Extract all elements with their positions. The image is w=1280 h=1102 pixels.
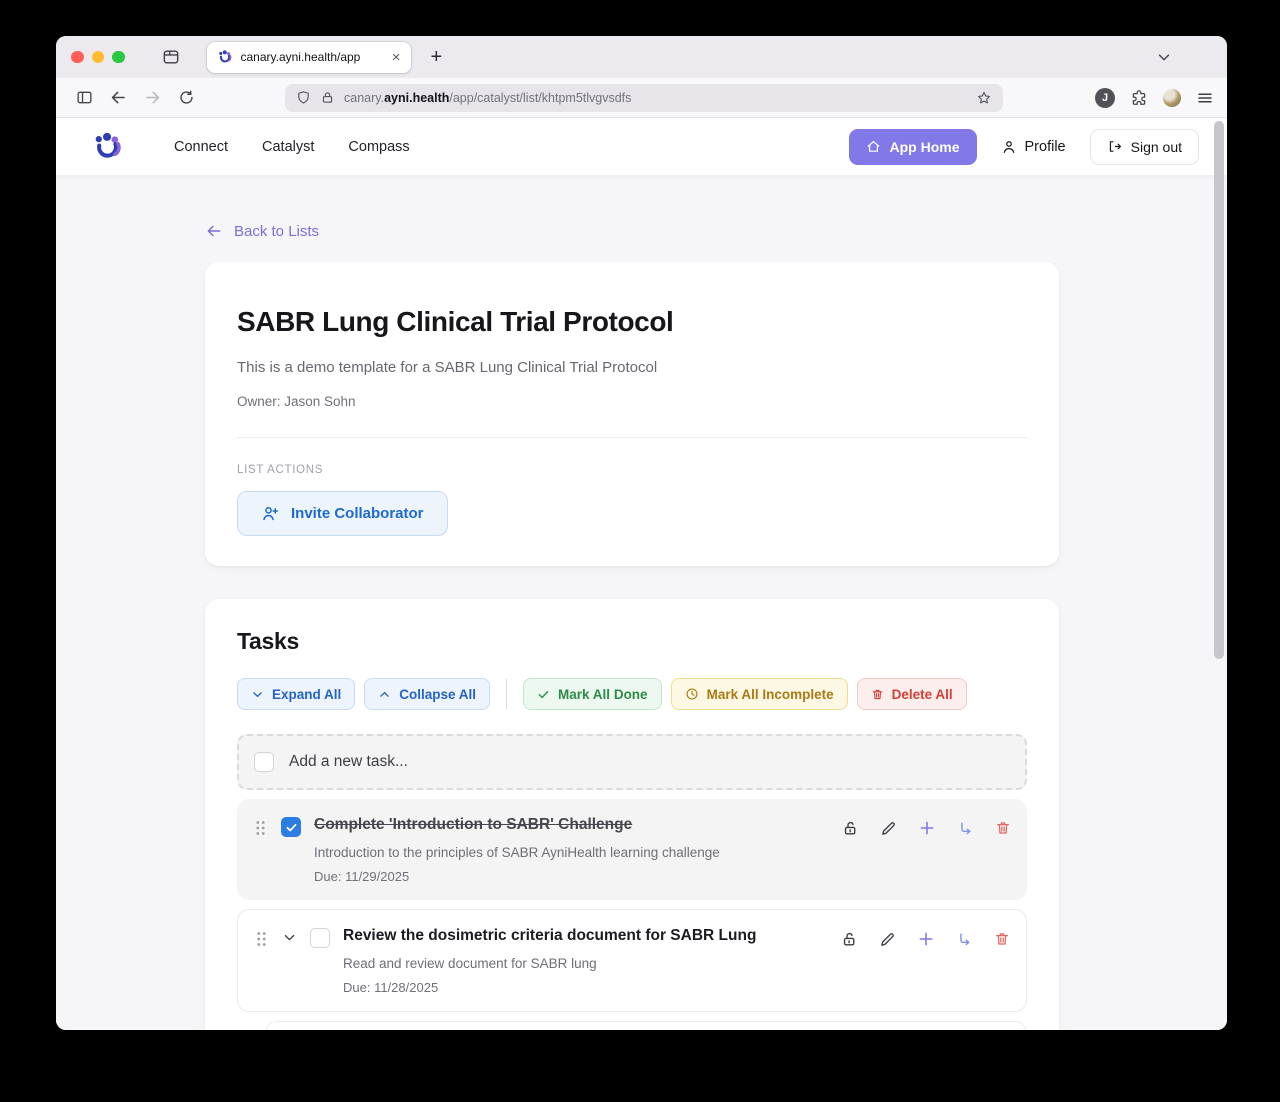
delete-task-icon[interactable]	[994, 931, 1010, 947]
app-nav-bar: Connect Catalyst Compass App Home Profil…	[56, 118, 1227, 176]
tab-title: canary.ayni.health/app	[241, 50, 384, 64]
lock-open-icon[interactable]	[842, 820, 859, 837]
minimize-window-button[interactable]	[92, 51, 105, 64]
task-description: Read and review document for SABR lung	[343, 956, 827, 971]
collapse-all-button[interactable]: Collapse All	[364, 678, 490, 710]
tab-favicon	[217, 49, 233, 65]
tasks-card: Tasks Expand All Collapse All	[205, 599, 1059, 1030]
tasks-toolbar: Expand All Collapse All Mark All Done	[237, 678, 1027, 710]
task-due-date: Due: 11/28/2025	[343, 980, 827, 995]
tasks-heading: Tasks	[237, 628, 1027, 655]
indent-arrow-icon[interactable]	[956, 931, 973, 948]
browser-tab[interactable]: canary.ayni.health/app ×	[207, 42, 411, 73]
divider	[237, 437, 1027, 438]
drag-handle-icon[interactable]	[254, 929, 269, 949]
lock-icon[interactable]	[320, 90, 335, 105]
task-row: Review the dosimetric criteria document …	[237, 909, 1027, 1012]
task-title[interactable]: Review the dosimetric criteria document …	[343, 927, 827, 945]
bookmark-star-icon[interactable]	[976, 90, 992, 106]
invite-collaborator-button[interactable]: Invite Collaborator	[237, 491, 448, 536]
drag-handle-icon[interactable]	[253, 818, 268, 838]
task-row: Complete 'Introduction to SABR' Challeng…	[237, 799, 1027, 900]
new-tab-button[interactable]: +	[431, 46, 443, 69]
profile-button[interactable]: Profile	[1001, 139, 1066, 155]
add-subtask-plus-icon[interactable]	[917, 930, 935, 948]
task-actions	[842, 819, 1011, 837]
nav-right: App Home Profile Sign out	[849, 129, 1199, 165]
nav-item-connect[interactable]: Connect	[174, 139, 228, 155]
back-icon[interactable]	[103, 83, 133, 113]
url-text: canary.ayni.health/app/catalyst/list/kht…	[344, 91, 631, 105]
expand-all-button[interactable]: Expand All	[237, 678, 355, 710]
list-title: SABR Lung Clinical Trial Protocol	[237, 306, 1027, 338]
reload-icon[interactable]	[171, 83, 201, 113]
add-subtask-plus-icon[interactable]	[918, 819, 936, 837]
sign-out-icon	[1107, 139, 1122, 154]
list-description: This is a demo template for a SABR Lung …	[237, 359, 1027, 376]
list-info-card: SABR Lung Clinical Trial Protocol This i…	[205, 262, 1059, 566]
tab-close-icon[interactable]: ×	[392, 50, 401, 65]
profile-avatar[interactable]	[1163, 89, 1181, 107]
add-task-input[interactable]: Add a new task...	[237, 734, 1027, 790]
close-window-button[interactable]	[71, 51, 84, 64]
list-owner: Owner: Jason Sohn	[237, 394, 1027, 409]
firefox-view-icon[interactable]	[161, 47, 181, 67]
add-task-placeholder: Add a new task...	[289, 753, 408, 771]
nav-item-compass[interactable]: Compass	[348, 139, 409, 155]
browser-toolbar: canary.ayni.health/app/catalyst/list/kht…	[56, 78, 1227, 118]
window-controls	[71, 51, 125, 64]
delete-task-icon[interactable]	[995, 820, 1011, 836]
tab-list-chevron-icon[interactable]	[1155, 48, 1173, 66]
person-icon	[1001, 139, 1017, 155]
mark-all-incomplete-button[interactable]: Mark All Incomplete	[671, 678, 848, 710]
indent-arrow-icon[interactable]	[957, 820, 974, 837]
forward-icon[interactable]	[137, 83, 167, 113]
browser-window: canary.ayni.health/app × + canar	[56, 36, 1227, 1030]
task-actions	[841, 930, 1010, 948]
expand-chevron-icon[interactable]	[282, 930, 297, 945]
task-body: Review the dosimetric criteria document …	[343, 927, 827, 995]
ayni-logo[interactable]	[91, 130, 124, 163]
toolbar-divider	[506, 679, 507, 709]
home-icon	[866, 139, 881, 154]
sign-out-button[interactable]: Sign out	[1090, 129, 1199, 165]
task-description: Introduction to the principles of SABR A…	[314, 845, 828, 860]
back-to-lists-link[interactable]: Back to Lists	[205, 222, 319, 240]
extensions-puzzle-icon[interactable]	[1130, 89, 1148, 107]
mark-all-done-button[interactable]: Mark All Done	[523, 678, 662, 710]
clock-icon	[685, 687, 699, 701]
new-task-checkbox	[254, 752, 274, 772]
page-content: Back to Lists SABR Lung Clinical Trial P…	[56, 176, 1227, 1030]
chevron-up-icon	[378, 688, 391, 701]
sidebar-toggle-icon[interactable]	[69, 83, 99, 113]
list-actions-label: LIST ACTIONS	[237, 464, 1027, 476]
lock-open-icon[interactable]	[841, 931, 858, 948]
browser-tab-bar: canary.ayni.health/app × +	[56, 36, 1227, 78]
nav-links: Connect Catalyst Compass	[174, 139, 410, 155]
task-due-date: Due: 11/29/2025	[314, 869, 828, 884]
account-badge[interactable]: J	[1095, 88, 1115, 108]
app-viewport: Connect Catalyst Compass App Home Profil…	[56, 118, 1227, 1030]
task-title[interactable]: Complete 'Introduction to SABR' Challeng…	[314, 816, 828, 834]
task-body: Complete 'Introduction to SABR' Challeng…	[314, 816, 828, 884]
nav-item-catalyst[interactable]: Catalyst	[262, 139, 314, 155]
trash-icon	[871, 688, 884, 701]
page-scrollbar[interactable]	[1214, 121, 1224, 659]
edit-pencil-icon[interactable]	[880, 820, 897, 837]
edit-pencil-icon[interactable]	[879, 931, 896, 948]
person-plus-icon	[261, 504, 280, 523]
chevron-down-icon	[251, 688, 264, 701]
app-home-button[interactable]: App Home	[849, 129, 977, 165]
url-bar[interactable]: canary.ayni.health/app/catalyst/list/kht…	[285, 84, 1003, 112]
check-icon	[537, 688, 550, 701]
task-row: Watch the 'Outcomes of I-SABR in lung ca…	[265, 1021, 1027, 1030]
delete-all-button[interactable]: Delete All	[857, 678, 967, 710]
task-checkbox-checked[interactable]	[281, 817, 301, 837]
zoom-window-button[interactable]	[112, 51, 125, 64]
arrow-left-icon	[205, 222, 223, 240]
task-checkbox-unchecked[interactable]	[310, 928, 330, 948]
shield-icon[interactable]	[296, 90, 311, 105]
menu-hamburger-icon[interactable]	[1196, 89, 1214, 107]
toolbar-right-icons: J	[1095, 88, 1214, 108]
